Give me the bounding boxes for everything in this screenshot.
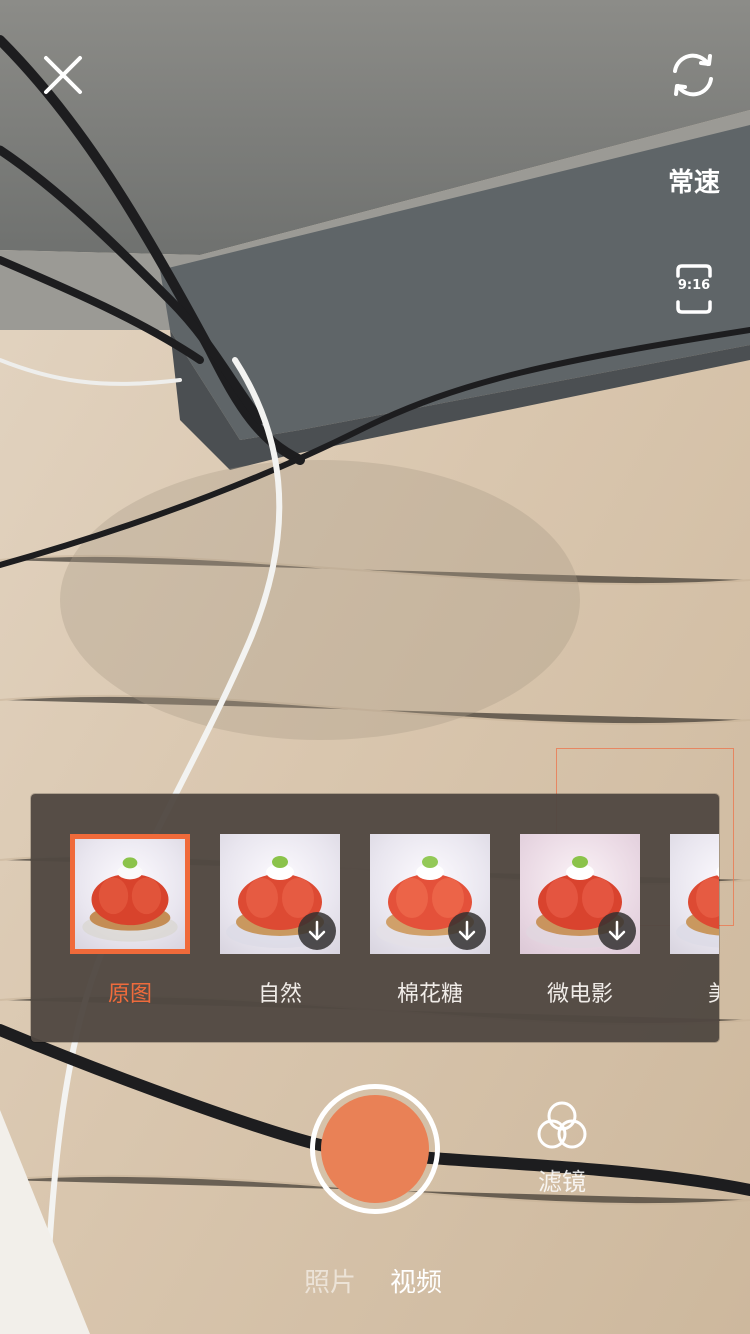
filter-circles-icon <box>537 1101 587 1149</box>
filter-item-micro-film[interactable]: 微电影 <box>520 834 640 1008</box>
download-icon <box>308 920 326 941</box>
close-icon <box>44 56 82 94</box>
filters-label: 滤镜 <box>538 1168 586 1196</box>
mode-video-tab[interactable]: 视频 <box>390 1262 442 1299</box>
filter-label: 原图 <box>107 982 152 1007</box>
filter-thumbnail[interactable] <box>70 834 190 954</box>
filter-label: 美 <box>670 976 719 1008</box>
download-button[interactable] <box>448 912 486 950</box>
mode-photo-tab[interactable]: 照片 <box>304 1262 356 1299</box>
filter-thumbnail[interactable] <box>670 834 719 954</box>
camera-switch-button[interactable] <box>666 50 720 100</box>
filter-thumbnail[interactable] <box>370 834 490 954</box>
filter-label: 棉花糖 <box>396 982 463 1007</box>
camera-switch-icon <box>673 53 713 97</box>
filter-label: 微电影 <box>546 982 613 1007</box>
record-button-fill <box>321 1095 429 1203</box>
record-button[interactable] <box>310 1084 440 1214</box>
aspect-ratio-label: 9:16 <box>677 278 711 293</box>
filter-item-beauty[interactable]: 美 <box>670 834 719 1008</box>
filter-item-marshmallow[interactable]: 棉花糖 <box>370 834 490 1008</box>
filter-item-original[interactable]: 原图 <box>70 834 190 1008</box>
filters-button[interactable]: 滤镜 <box>532 1098 592 1197</box>
download-button[interactable] <box>598 912 636 950</box>
download-icon <box>458 920 476 941</box>
filter-label: 自然 <box>257 982 302 1007</box>
filter-thumbnail[interactable] <box>220 834 340 954</box>
download-icon <box>608 920 626 941</box>
speed-button[interactable]: 常速 <box>656 162 732 199</box>
close-button[interactable] <box>40 52 86 98</box>
strawberry-tart-image <box>676 867 719 948</box>
filter-thumbnail[interactable] <box>520 834 640 954</box>
filter-item-natural[interactable]: 自然 <box>220 834 340 1008</box>
strawberry-tart-image <box>82 857 178 942</box>
filter-panel: 原图 自然 棉花糖 微电影 <box>31 794 719 1042</box>
aspect-ratio-button[interactable]: 9:16 <box>674 262 714 316</box>
download-button[interactable] <box>298 912 336 950</box>
